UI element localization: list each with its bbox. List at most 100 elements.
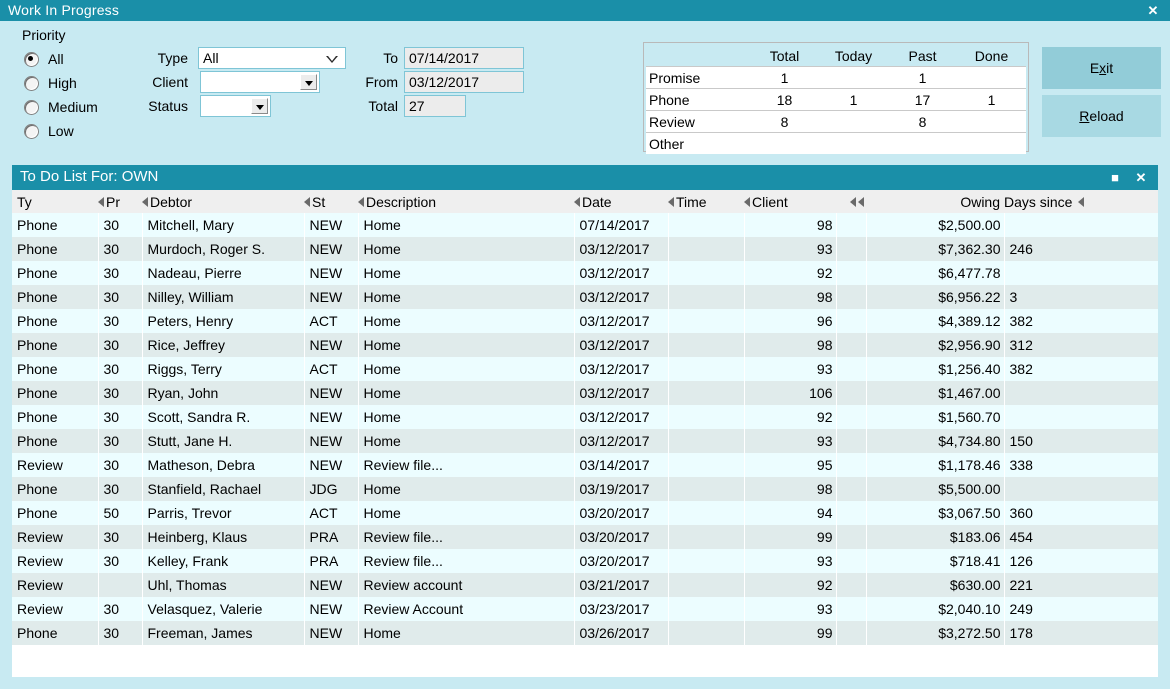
- cell-client: 96: [744, 309, 837, 333]
- radio-priority-low[interactable]: Low: [24, 121, 74, 141]
- close-icon[interactable]: ✕: [1132, 169, 1150, 186]
- todo-grid-scroll[interactable]: Ty Pr Debtor St Description Date Time Cl…: [12, 190, 1158, 677]
- cell-date: 03/14/2017: [574, 453, 669, 477]
- radio-priority-all[interactable]: All: [24, 49, 64, 69]
- summary-cell-done: [957, 66, 1026, 89]
- cell-owing: $2,040.10: [866, 597, 1005, 621]
- cell-date: 03/20/2017: [574, 525, 669, 549]
- column-header-time[interactable]: Time: [668, 190, 744, 213]
- radio-priority-high[interactable]: High: [24, 73, 77, 93]
- sort-arrow-icon[interactable]: [744, 196, 750, 207]
- sort-arrow-icon[interactable]: [142, 196, 148, 207]
- sort-arrow-icon[interactable]: [98, 196, 104, 207]
- table-row[interactable]: Phone 30 Rice, Jeffrey NEW Home 03/12/2017 98 $…: [12, 333, 1158, 357]
- summary-cell-past: 8: [888, 110, 957, 133]
- cell-owing: $4,734.80: [866, 429, 1005, 453]
- table-row[interactable]: Phone 30 Murdoch, Roger S. NEW Home 03/12/201…: [12, 237, 1158, 261]
- column-header-st[interactable]: St: [304, 190, 358, 213]
- table-row-empty[interactable]: [12, 645, 1158, 671]
- sort-arrow-icon[interactable]: [1078, 196, 1085, 207]
- cell-time: [668, 309, 745, 333]
- cell-blank: [836, 333, 867, 357]
- column-header-days-since[interactable]: Days since: [1004, 190, 1158, 213]
- column-header-date[interactable]: Date: [574, 190, 668, 213]
- cell-pr: 30: [98, 333, 143, 357]
- table-row[interactable]: Phone 30 Nilley, William NEW Home 03/12/2017 9…: [12, 285, 1158, 309]
- chevron-down-icon[interactable]: [300, 74, 317, 90]
- radio-icon[interactable]: [24, 123, 39, 139]
- table-row[interactable]: Review 30 Kelley, Frank PRA Review file... 03…: [12, 549, 1158, 573]
- radio-icon[interactable]: [24, 75, 39, 91]
- to-date-field[interactable]: 07/14/2017: [404, 47, 524, 69]
- cell-pr: 30: [98, 213, 143, 237]
- column-header-owing[interactable]: Owing: [866, 190, 1004, 213]
- radio-icon[interactable]: [24, 99, 39, 115]
- reload-label-mnemonic: R: [1079, 108, 1090, 124]
- client-select[interactable]: [200, 71, 320, 93]
- summary-row: Phone 18 1 17 1: [646, 88, 1026, 111]
- cell-time: [668, 453, 745, 477]
- radio-label: High: [48, 75, 77, 91]
- chevron-down-icon[interactable]: [251, 98, 268, 114]
- cell-blank: [836, 309, 867, 333]
- table-row[interactable]: Review 30 Matheson, Debra NEW Review file...…: [12, 453, 1158, 477]
- table-row[interactable]: Phone 30 Stutt, Jane H. NEW Home 03/12/2017 93…: [12, 429, 1158, 453]
- table-row[interactable]: Review Uhl, Thomas NEW Review account 03/21/…: [12, 573, 1158, 597]
- sort-arrow-icon[interactable]: [668, 196, 674, 207]
- cell-owing: $1,178.46: [866, 453, 1005, 477]
- sort-arrow-icon[interactable]: [850, 196, 856, 207]
- cell-ty: Phone: [12, 213, 99, 237]
- cell-st: NEW: [304, 429, 359, 453]
- cell-ty: Review: [12, 453, 99, 477]
- column-header-debtor[interactable]: Debtor: [142, 190, 304, 213]
- sort-arrow-icon[interactable]: [574, 196, 580, 207]
- summary-row-name: Phone: [646, 88, 750, 111]
- radio-priority-medium[interactable]: Medium: [24, 97, 98, 117]
- cell-description: Home: [358, 309, 575, 333]
- cell-days-since: [1004, 381, 1158, 405]
- table-row[interactable]: Phone 30 Ryan, John NEW Home 03/12/2017 106 $1,…: [12, 381, 1158, 405]
- todo-title: To Do List For: OWN: [20, 168, 159, 185]
- cell-description: Home: [358, 501, 575, 525]
- sort-arrow-icon[interactable]: [358, 196, 364, 207]
- exit-button[interactable]: Exit: [1042, 47, 1161, 89]
- close-icon[interactable]: ✕: [1144, 2, 1162, 19]
- summary-row-name: Other: [646, 132, 750, 154]
- table-row[interactable]: Phone 30 Peters, Henry ACT Home 03/12/2017 96 $…: [12, 309, 1158, 333]
- column-header-client[interactable]: Client: [744, 190, 836, 213]
- cell-pr: 30: [98, 597, 143, 621]
- cell-days-since: 382: [1004, 357, 1158, 381]
- cell-description: Review file...: [358, 525, 575, 549]
- column-header-pr[interactable]: Pr: [98, 190, 142, 213]
- window-titlebar: Work In Progress ✕: [0, 0, 1170, 21]
- table-row[interactable]: Phone 30 Mitchell, Mary NEW Home 07/14/2017 98…: [12, 213, 1158, 237]
- todo-list-window: To Do List For: OWN ■ ✕ Ty Pr Debtor St …: [12, 165, 1158, 677]
- table-row[interactable]: Phone 30 Freeman, James NEW Home 03/26/2017 99…: [12, 621, 1158, 645]
- sort-arrow-icon[interactable]: [858, 196, 864, 207]
- column-header-description[interactable]: Description: [358, 190, 574, 213]
- table-row[interactable]: Review 30 Heinberg, Klaus PRA Review file...…: [12, 525, 1158, 549]
- column-header-blank[interactable]: [836, 190, 866, 213]
- restore-icon[interactable]: ■: [1106, 169, 1124, 186]
- reload-button[interactable]: Reload: [1042, 95, 1161, 137]
- cell-ty: Phone: [12, 621, 99, 645]
- table-row[interactable]: Phone 30 Nadeau, Pierre NEW Home 03/12/2017 92…: [12, 261, 1158, 285]
- table-row[interactable]: Phone 30 Stanfield, Rachael JDG Home 03/19/20…: [12, 477, 1158, 501]
- cell-days-since: 150: [1004, 429, 1158, 453]
- table-row[interactable]: Phone 30 Riggs, Terry ACT Home 03/12/2017 93 $1…: [12, 357, 1158, 381]
- table-row[interactable]: Phone 30 Scott, Sandra R. NEW Home 03/12/2017…: [12, 405, 1158, 429]
- cell-debtor: Kelley, Frank: [142, 549, 305, 573]
- cell-date: 03/19/2017: [574, 477, 669, 501]
- cell-client: 98: [744, 213, 837, 237]
- status-select[interactable]: [200, 95, 271, 117]
- radio-icon[interactable]: [24, 51, 39, 67]
- table-row[interactable]: Phone 50 Parris, Trevor ACT Home 03/20/2017 94…: [12, 501, 1158, 525]
- table-row[interactable]: Review 30 Velasquez, Valerie NEW Review Acco…: [12, 597, 1158, 621]
- column-header-ty[interactable]: Ty: [12, 190, 98, 213]
- total-field: 27: [404, 95, 466, 117]
- cell-owing: $4,389.12: [866, 309, 1005, 333]
- cell-blank: [836, 357, 867, 381]
- from-date-field[interactable]: 03/12/2017: [404, 71, 524, 93]
- cell-description: Review file...: [358, 453, 575, 477]
- sort-arrow-icon[interactable]: [304, 196, 310, 207]
